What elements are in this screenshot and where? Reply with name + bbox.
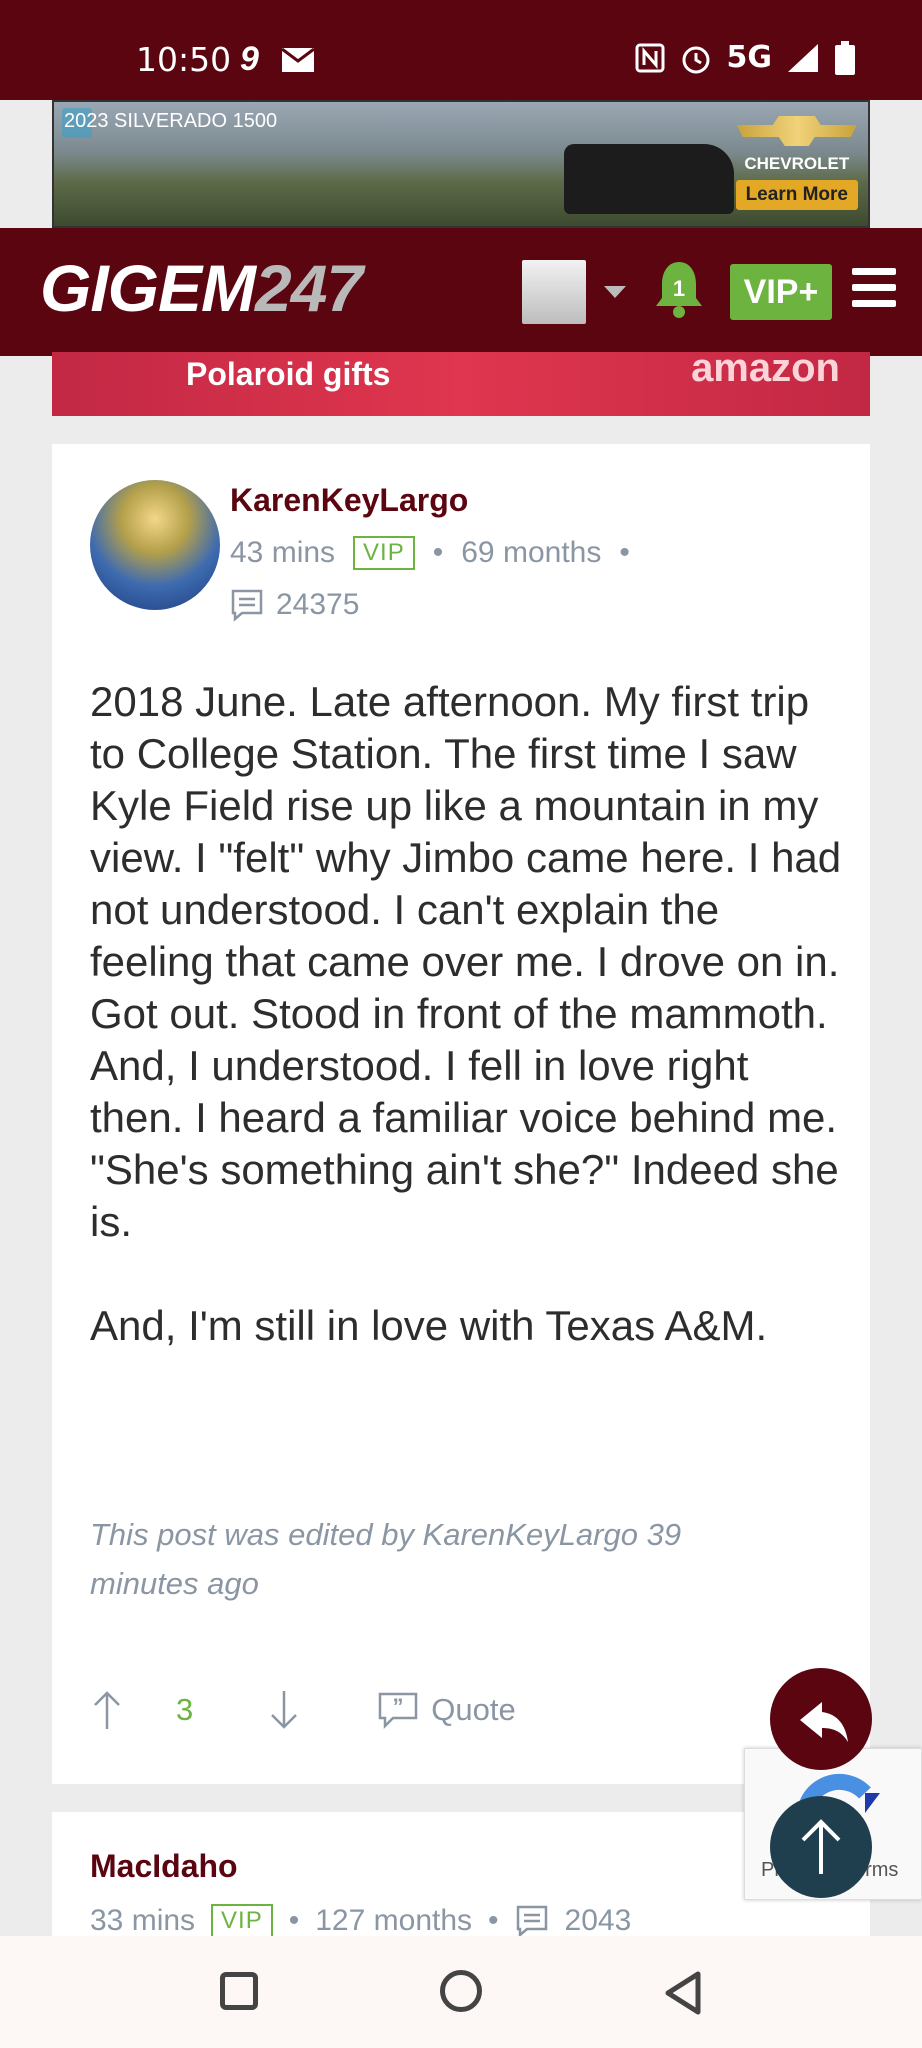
user-avatar[interactable] xyxy=(522,260,586,324)
vip-badge: VIP xyxy=(211,1904,273,1938)
reply-icon xyxy=(800,1702,848,1742)
ad-label: 2023 SILVERADO 1500 xyxy=(64,110,278,132)
secondary-ad-banner[interactable]: Polaroid gifts amazon xyxy=(52,352,870,416)
site-logo[interactable]: GIGEM247 xyxy=(40,250,363,326)
back-icon[interactable] xyxy=(662,1970,704,2016)
logo-number: 247 xyxy=(255,251,363,325)
post-body: 2018 June. Late afternoon. My first trip… xyxy=(90,678,842,1349)
member-duration: 127 months xyxy=(315,1904,473,1937)
alarm-icon xyxy=(682,46,709,73)
quote-icon: ” xyxy=(379,1692,418,1729)
bell-icon[interactable]: 1 xyxy=(652,258,706,320)
clock: 10:50 xyxy=(136,40,232,79)
hamburger-menu-icon[interactable] xyxy=(852,268,896,308)
forum-post: KarenKeyLargo 43 mins VIP • 69 months • … xyxy=(52,444,870,1784)
post-count: 24375 xyxy=(276,588,360,621)
site-header: GIGEM247 1 VIP+ xyxy=(0,228,922,356)
post-username[interactable]: MacIdaho xyxy=(90,1848,238,1885)
post-count: 2043 xyxy=(564,1904,632,1937)
upvote-count: 3 xyxy=(176,1692,194,1727)
ad-brand: amazon xyxy=(691,352,840,390)
downvote-icon[interactable] xyxy=(267,1689,301,1731)
ad-headline: Polaroid gifts xyxy=(186,356,391,392)
chevrolet-logo-icon xyxy=(736,116,857,146)
notification-count: 1 xyxy=(673,276,685,301)
ad-brand-text: CHEVROLET xyxy=(744,154,850,173)
member-duration: 69 months xyxy=(461,536,602,569)
quote-label: Quote xyxy=(431,1692,516,1727)
truck-image xyxy=(564,144,734,214)
signal-icon xyxy=(788,43,818,72)
nfc-icon xyxy=(635,43,664,72)
learn-more-button[interactable]: Learn More xyxy=(735,180,858,210)
upvote-icon[interactable] xyxy=(90,1689,124,1731)
home-icon[interactable] xyxy=(440,1970,482,2012)
svg-text:”: ” xyxy=(393,1694,404,1719)
top-ad-banner[interactable]: 2023 SILVERADO 1500 CHEVROLET Learn More xyxy=(52,100,870,228)
arrow-up-icon xyxy=(801,1819,841,1874)
logo-text: GIGEM xyxy=(40,251,256,325)
vip-plus-button[interactable]: VIP+ xyxy=(730,264,832,320)
meta-separator: • xyxy=(432,536,444,569)
post-time: 43 mins xyxy=(230,536,336,569)
vip-badge: VIP xyxy=(353,536,415,570)
recents-icon[interactable] xyxy=(220,1972,258,2010)
status-bar: 10:50 9 5G xyxy=(0,0,922,100)
network-label: 5G xyxy=(726,40,773,75)
comment-icon xyxy=(231,589,263,622)
battery-icon xyxy=(835,40,855,75)
meta-separator: • xyxy=(619,536,630,569)
quote-button[interactable]: ” Quote xyxy=(377,1691,516,1729)
avatar[interactable] xyxy=(90,480,220,610)
ad-brand: CHEVROLET Learn More xyxy=(735,116,858,210)
meta-separator: • xyxy=(488,1904,499,1937)
post-actions: 3 ” Quote xyxy=(90,1682,516,1738)
mail-icon xyxy=(281,47,315,72)
edited-note: This post was edited by KarenKeyLargo 39… xyxy=(90,1517,682,1601)
comment-icon xyxy=(516,1905,547,1938)
g-icon: 9 xyxy=(240,40,259,78)
post-username[interactable]: KarenKeyLargo xyxy=(230,482,468,519)
system-nav-bar xyxy=(0,1936,922,2048)
reply-button[interactable] xyxy=(770,1668,872,1770)
post-count-row: 24375 xyxy=(230,588,359,622)
post-meta: 43 mins VIP • 69 months • xyxy=(230,536,630,570)
scroll-to-top-button[interactable] xyxy=(770,1796,872,1898)
post-time: 33 mins xyxy=(90,1904,196,1937)
chevron-down-icon[interactable] xyxy=(604,286,626,298)
meta-separator: • xyxy=(288,1904,300,1937)
post-meta: 33 mins VIP • 127 months • 2043 xyxy=(90,1904,631,1938)
